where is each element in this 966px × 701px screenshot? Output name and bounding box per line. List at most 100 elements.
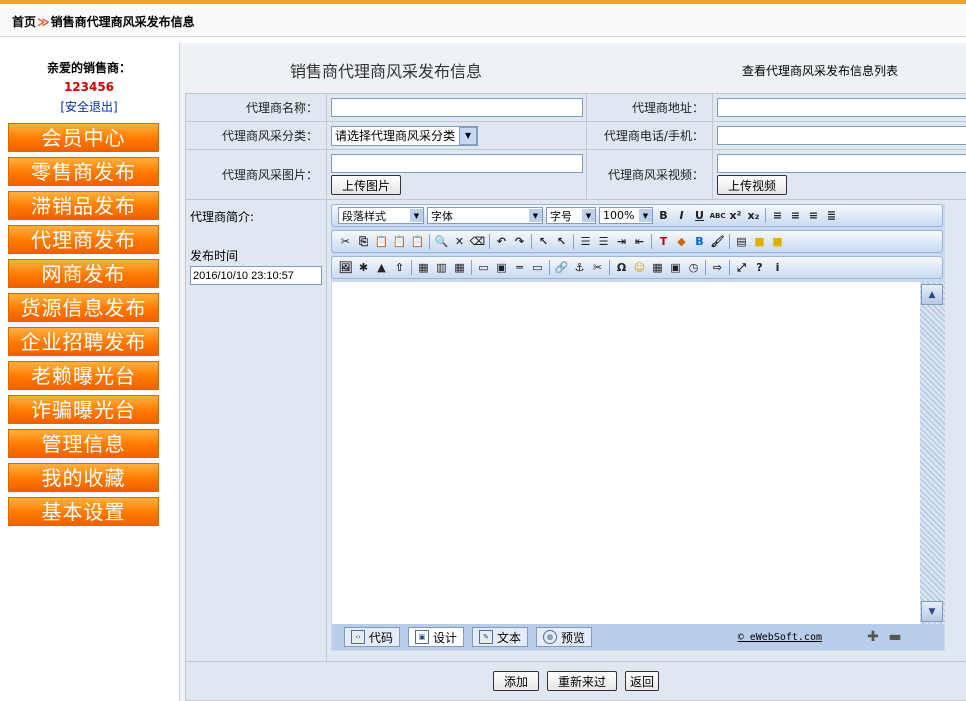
indent-icon[interactable]: ⇥ [614, 234, 629, 249]
page-icon[interactable]: ▭ [476, 260, 491, 275]
form-icon[interactable]: ▥ [434, 260, 449, 275]
date-icon[interactable]: ▣ [668, 260, 683, 275]
agent-address-input[interactable] [716, 98, 966, 117]
zoom-select[interactable]: 100% ▼ [599, 207, 653, 224]
copy-icon[interactable]: ⎘ [356, 234, 371, 249]
excel-icon[interactable]: ▦ [650, 260, 665, 275]
web-link-icon[interactable]: 🔗 [554, 260, 569, 275]
reset-button[interactable]: 重新来过 [546, 671, 617, 691]
unordered-list-icon[interactable]: ☰ [596, 234, 611, 249]
menu-manage-info[interactable]: 管理信息 [8, 429, 159, 458]
paste-text-icon[interactable]: 📋 [392, 234, 407, 249]
flash-icon[interactable]: ✱ [356, 260, 371, 275]
anchor-icon[interactable]: ⚓ [572, 260, 587, 275]
eraser-icon[interactable]: ⌫ [470, 234, 486, 249]
paste-word-icon[interactable]: 📋 [410, 234, 425, 249]
import-icon[interactable]: ⇨ [710, 260, 725, 275]
font-select[interactable]: 字体 ▼ [427, 207, 543, 224]
zoom-in-icon[interactable]: ✚ [866, 629, 880, 645]
cut-icon[interactable]: ✂ [338, 234, 353, 249]
mode-design-tab[interactable]: ▣ 设计 [408, 627, 465, 647]
copyright-link[interactable]: © eWebSoft.com [738, 632, 822, 643]
video-path-input[interactable] [716, 154, 966, 173]
italic-icon[interactable]: I [674, 208, 689, 223]
layer-icon[interactable]: ■ [752, 234, 767, 249]
align-right-icon[interactable]: ≡ [806, 208, 821, 223]
image-path-input[interactable] [331, 154, 583, 173]
template-icon[interactable]: ▣ [494, 260, 509, 275]
logout-link[interactable]: [安全退出] [0, 98, 178, 115]
editor-content-area[interactable] [332, 282, 920, 624]
upload-image-button[interactable]: 上传图片 [331, 175, 402, 195]
menu-fraud-exposure[interactable]: 诈骗曝光台 [8, 395, 159, 424]
select-icon[interactable]: ↖ [536, 234, 551, 249]
font-size-select[interactable]: 字号 ▼ [546, 207, 596, 224]
menu-member-center[interactable]: 会员中心 [8, 123, 159, 152]
align-center-icon[interactable]: ≡ [788, 208, 803, 223]
upload-icon[interactable]: ⇧ [392, 260, 407, 275]
unlink-icon[interactable]: ✂ [590, 260, 605, 275]
menu-unsold-publish[interactable]: 滞销品发布 [8, 191, 159, 220]
mode-text-tab[interactable]: ✎ 文本 [472, 627, 529, 647]
outdent-icon[interactable]: ⇤ [632, 234, 647, 249]
underline-icon[interactable]: U [692, 208, 707, 223]
menu-online-merchant-publish[interactable]: 网商发布 [8, 259, 159, 288]
maximize-icon[interactable]: ⤢ [734, 260, 749, 275]
highlight-icon[interactable]: ◆ [674, 234, 689, 249]
strikethrough-icon[interactable]: ABC [710, 208, 726, 223]
grid-icon[interactable]: ▦ [452, 260, 467, 275]
marquee-icon[interactable]: ▭ [530, 260, 545, 275]
media-icon[interactable]: ▲ [374, 260, 389, 275]
emoticon-icon[interactable]: ☺ [632, 260, 647, 275]
paragraph-style-select[interactable]: 段落样式 ▼ [338, 207, 424, 224]
scroll-up-icon[interactable]: ▲ [921, 284, 943, 305]
time-icon[interactable]: ◷ [686, 260, 701, 275]
about-icon[interactable]: i [770, 260, 785, 275]
ordered-list-icon[interactable]: ☰ [578, 234, 593, 249]
superscript-icon[interactable]: x² [728, 208, 743, 223]
editor-scrollbar[interactable]: ▲ ▼ [920, 282, 945, 624]
view-list-link[interactable]: 查看代理商风采发布信息列表 [742, 62, 898, 79]
undo-icon[interactable]: ↶ [494, 234, 509, 249]
category-select-value: 请选择代理商风采分类 [335, 129, 456, 143]
menu-debtor-exposure[interactable]: 老赖曝光台 [8, 361, 159, 390]
menu-retailer-publish[interactable]: 零售商发布 [8, 157, 159, 186]
find-icon[interactable]: 🔍 [434, 234, 449, 249]
frame-icon[interactable]: ▤ [734, 234, 749, 249]
image-icon[interactable]: 🖼 [338, 260, 353, 275]
mode-preview-tab[interactable]: ◍ 预览 [536, 627, 593, 647]
horizontal-rule-icon[interactable]: ═ [512, 260, 527, 275]
bold-icon[interactable]: B [656, 208, 671, 223]
brush-icon[interactable]: 🖌 [710, 234, 725, 249]
help-icon[interactable]: ? [752, 260, 767, 275]
add-button[interactable]: 添加 [492, 671, 539, 691]
upload-video-button[interactable]: 上传视频 [716, 175, 787, 195]
mode-code-tab[interactable]: ‹› 代码 [344, 627, 401, 647]
redo-icon[interactable]: ↷ [512, 234, 527, 249]
layers-icon[interactable]: ■ [770, 234, 785, 249]
category-select[interactable]: 请选择代理商风采分类 ▼ [331, 125, 479, 146]
delete-icon[interactable]: ✕ [452, 234, 467, 249]
menu-supply-info-publish[interactable]: 货源信息发布 [8, 293, 159, 322]
align-left-icon[interactable]: ≡ [770, 208, 785, 223]
breadcrumb-home[interactable]: 首页 [12, 15, 36, 29]
agent-name-input[interactable] [331, 98, 583, 117]
menu-agent-publish[interactable]: 代理商发布 [8, 225, 159, 254]
bg-color-icon[interactable]: B [692, 234, 707, 249]
menu-my-favorites[interactable]: 我的收藏 [8, 463, 159, 492]
back-button[interactable]: 返回 [625, 671, 660, 691]
menu-recruitment-publish[interactable]: 企业招聘发布 [8, 327, 159, 356]
special-char-icon[interactable]: Ω [614, 260, 629, 275]
menu-basic-settings[interactable]: 基本设置 [8, 497, 159, 526]
select-all-icon[interactable]: ↖ [554, 234, 569, 249]
zoom-out-icon[interactable]: ▬ [888, 629, 902, 645]
paste-icon[interactable]: 📋 [374, 234, 389, 249]
table-icon[interactable]: ▦ [416, 260, 431, 275]
scroll-down-icon[interactable]: ▼ [921, 601, 943, 622]
text-color-icon[interactable]: T [656, 234, 671, 249]
publish-time-input[interactable] [190, 266, 322, 285]
rich-text-editor: 段落样式 ▼ 字体 ▼ 字号 ▼ 100% ▼ B I U ABC x² x₂ ≡ ≡ … [331, 204, 945, 651]
phone-input[interactable] [716, 126, 966, 145]
justify-icon[interactable]: ≣ [824, 208, 839, 223]
subscript-icon[interactable]: x₂ [746, 208, 761, 223]
